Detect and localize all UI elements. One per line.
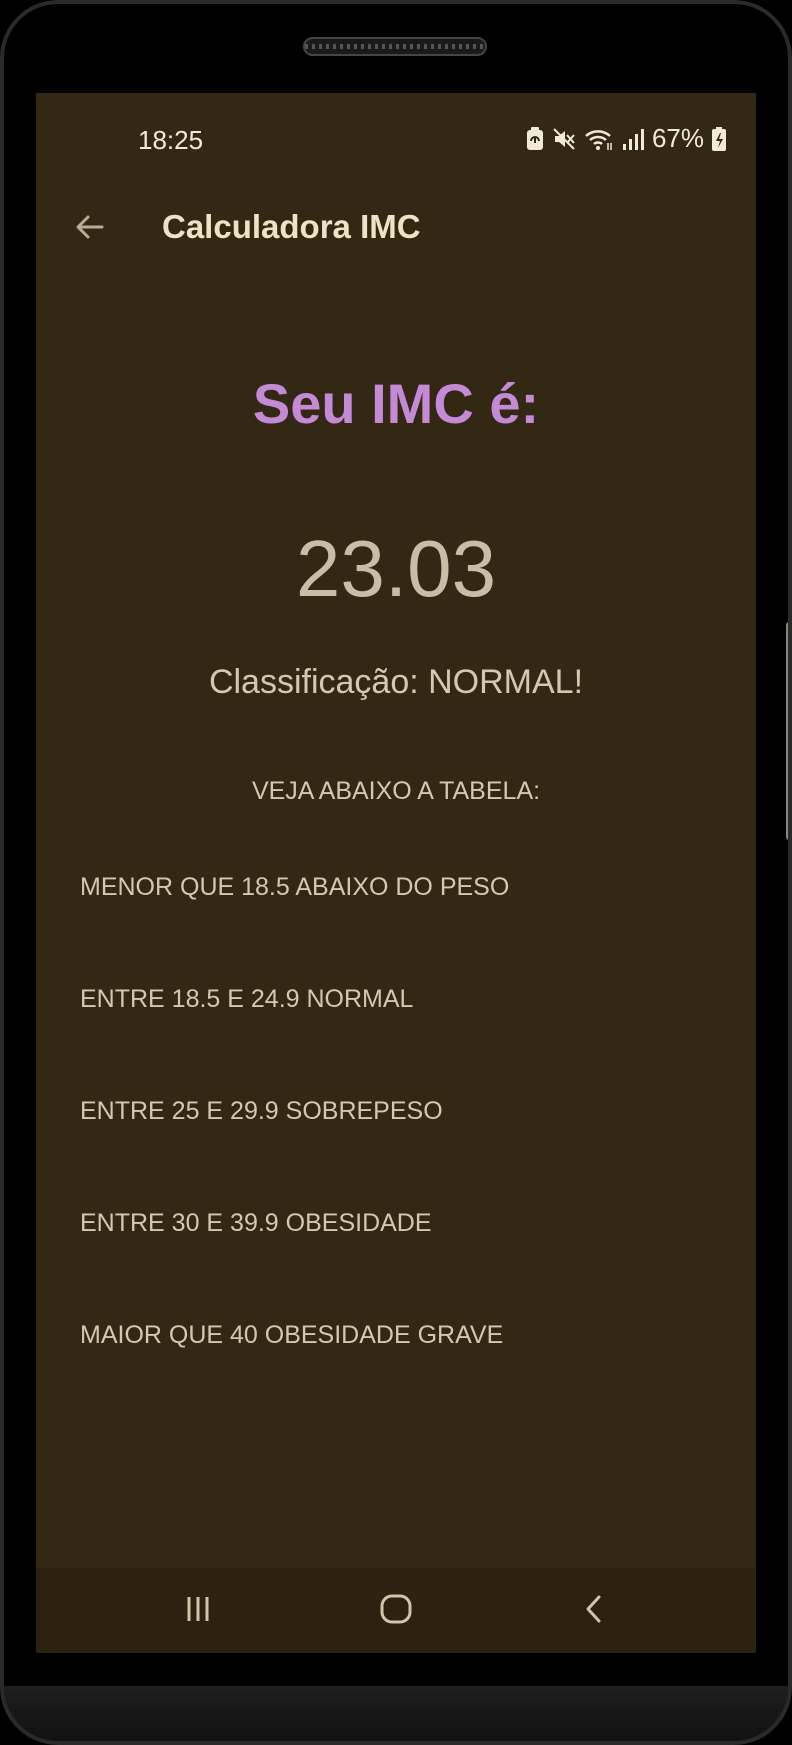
battery-percent: 67% bbox=[651, 123, 704, 153]
table-heading: VEJA ABAIXO A TABELA: bbox=[251, 777, 541, 805]
system-back-button[interactable] bbox=[564, 1586, 624, 1636]
table-row: ENTRE 30 E 39.9 OBESIDADE bbox=[80, 1209, 432, 1237]
mute-icon bbox=[552, 127, 576, 151]
table-row: MAIOR QUE 40 OBESIDADE GRAVE bbox=[80, 1321, 504, 1349]
imc-value: 23.03 bbox=[295, 524, 497, 613]
phone-frame: 18:25 67% Calculadora IMC Seu IMC é: 23.… bbox=[0, 0, 792, 1745]
earpiece-speaker bbox=[303, 37, 487, 56]
table-row: ENTRE 25 E 29.9 SOBREPESO bbox=[80, 1097, 443, 1125]
home-button[interactable] bbox=[366, 1586, 426, 1636]
wifi-icon bbox=[584, 127, 614, 151]
result-headline: Seu IMC é: bbox=[252, 372, 540, 435]
back-button[interactable] bbox=[62, 201, 118, 257]
recent-apps-button[interactable] bbox=[168, 1586, 228, 1636]
status-bar: 18:25 67% bbox=[36, 93, 756, 187]
back-icon bbox=[579, 1594, 609, 1629]
recent-apps-icon bbox=[183, 1594, 213, 1629]
battery-saver-icon bbox=[526, 126, 544, 151]
table-row: MENOR QUE 18.5 ABAIXO DO PESO bbox=[80, 873, 510, 901]
status-icons: 67% bbox=[526, 123, 726, 154]
device-chin bbox=[0, 1686, 792, 1745]
battery-icon bbox=[712, 126, 726, 151]
screen: 18:25 67% Calculadora IMC Seu IMC é: 23.… bbox=[36, 93, 756, 1653]
app-title: Calculadora IMC bbox=[162, 208, 421, 245]
side-button bbox=[786, 622, 792, 840]
app-bar: Calculadora IMC bbox=[36, 187, 756, 271]
signal-icon bbox=[622, 127, 644, 151]
home-icon bbox=[379, 1592, 413, 1631]
table-row: ENTRE 18.5 E 24.9 NORMAL bbox=[80, 985, 414, 1013]
classification-text: Classificação: NORMAL! bbox=[208, 663, 584, 701]
navigation-bar bbox=[36, 1568, 756, 1653]
status-time: 18:25 bbox=[138, 125, 204, 155]
arrow-left-icon bbox=[74, 211, 106, 248]
